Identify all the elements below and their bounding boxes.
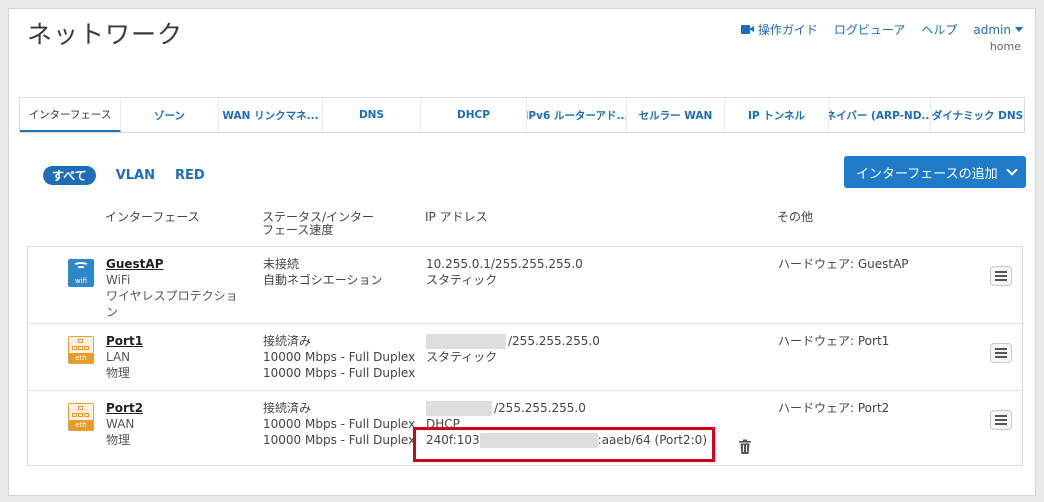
ip-value: /255.255.255.0 [426, 400, 707, 416]
row-menu-button[interactable] [990, 343, 1012, 363]
interface-name-link[interactable]: Port1 [106, 333, 143, 349]
tab-ipv6-router[interactable]: IPv6 ルーターアド... [527, 98, 627, 132]
interface-info: GuestAP WiFi ワイヤレスプロテクショ ン [106, 256, 238, 320]
highlight-box [413, 427, 715, 462]
table-row: eth Port1 LAN 物理 接続済み 10000 Mbps - Full … [28, 324, 1022, 391]
interface-subtype: 物理 [106, 366, 131, 380]
status-text: 未接続 [263, 257, 300, 271]
add-interface-button[interactable]: インターフェースの追加 [844, 156, 1026, 188]
help-link[interactable]: ヘルプ [921, 21, 957, 38]
ip-mode: スタティック [426, 350, 498, 364]
log-viewer-link[interactable]: ログビューア [834, 21, 906, 38]
filter-all[interactable]: すべて [43, 166, 96, 185]
content-panel: ネットワーク 操作ガイド ログビューア ヘルプ admin home インターフ… [8, 8, 1036, 496]
column-header-ip: IP アドレス [425, 210, 488, 224]
add-interface-label: インターフェースの追加 [856, 166, 998, 182]
interface-status: 未接続 自動ネゴシエーション [263, 256, 383, 288]
column-header-interface: インターフェース [105, 210, 200, 224]
interface-info: Port2 WAN 物理 [106, 400, 143, 448]
ip-address: /255.255.255.0 スタティック [426, 333, 600, 365]
masked-ip [426, 334, 506, 349]
tab-cellular-wan[interactable]: セルラー WAN [627, 98, 725, 132]
interface-info: Port1 LAN 物理 [106, 333, 143, 381]
tab-bar: インターフェース ゾーン WAN リンクマネ... DNS DHCP IPv6 … [19, 97, 1025, 133]
row-menu-button[interactable] [990, 410, 1012, 430]
column-header-other: その他 [777, 210, 814, 224]
status-text: 接続済み [263, 401, 312, 415]
interface-name-link[interactable]: GuestAP [106, 256, 238, 272]
row-menu-button[interactable] [990, 266, 1012, 286]
interface-type: LAN [106, 350, 131, 364]
speed-text: 10000 Mbps - Full Duplex [263, 417, 416, 431]
filter-bar: すべて VLAN RED [43, 166, 205, 185]
interface-type: WiFi [106, 273, 131, 287]
user-name: admin [973, 22, 1011, 37]
interface-name-link[interactable]: Port2 [106, 400, 143, 416]
table-row: wifi GuestAP WiFi ワイヤレスプロテクショ ン 未接続 自動ネゴ… [28, 247, 1022, 324]
tab-dns[interactable]: DNS [323, 98, 421, 132]
ethernet-icon: eth [68, 336, 94, 364]
speed-text: 10000 Mbps - Full Duplex [263, 350, 416, 364]
top-links: 操作ガイド ログビューア ヘルプ admin [740, 21, 1023, 38]
user-menu[interactable]: admin [973, 23, 1023, 37]
status-text: 接続済み [263, 334, 312, 348]
video-icon [740, 25, 754, 34]
chevron-down-icon [1006, 163, 1018, 176]
page-title: ネットワーク [27, 20, 184, 49]
tab-ip-tunnel[interactable]: IP トンネル [725, 98, 829, 132]
speed-text: 10000 Mbps - Full Duplex [263, 366, 416, 380]
tab-neighbors[interactable]: ネイバー (ARP-ND... [829, 98, 931, 132]
tab-zones[interactable]: ゾーン [121, 98, 219, 132]
tab-dynamic-dns[interactable]: ダイナミック DNS [931, 98, 1024, 132]
hardware-info: ハードウェア: Port1 [778, 334, 890, 348]
tab-wan-link[interactable]: WAN リンクマネ... [219, 98, 323, 132]
filter-vlan[interactable]: VLAN [116, 168, 155, 183]
speed-text: 自動ネゴシエーション [263, 273, 383, 287]
guide-link[interactable]: 操作ガイド [740, 21, 818, 38]
column-header-status: ステータス/インター フェース速度 [262, 211, 374, 237]
tab-interfaces[interactable]: インターフェース [20, 98, 121, 132]
ethernet-icon: eth [68, 403, 94, 431]
ip-address: 10.255.0.1/255.255.255.0 スタティック [426, 256, 583, 288]
interface-type: WAN [106, 417, 135, 431]
interface-subtype-cont: ン [106, 305, 119, 319]
speed-text: 10000 Mbps - Full Duplex [263, 433, 416, 447]
hardware-info: ハードウェア: GuestAP [778, 257, 909, 271]
column-header-status-line2: フェース速度 [262, 223, 334, 237]
guide-link-label: 操作ガイド [757, 23, 818, 37]
home-label: home [989, 40, 1021, 53]
filter-red[interactable]: RED [175, 168, 205, 183]
hardware-info: ハードウェア: Port2 [778, 401, 890, 415]
wifi-icon: wifi [68, 259, 94, 287]
masked-ip [426, 401, 492, 416]
trash-icon[interactable] [738, 439, 752, 455]
tab-dhcp[interactable]: DHCP [421, 98, 527, 132]
ip-value: 10.255.0.1/255.255.255.0 [426, 257, 583, 271]
chevron-down-icon [1015, 27, 1023, 32]
ip-value: /255.255.255.0 [426, 333, 600, 349]
interface-status: 接続済み 10000 Mbps - Full Duplex 10000 Mbps… [263, 333, 415, 381]
interface-subtype: 物理 [106, 433, 131, 447]
interface-status: 接続済み 10000 Mbps - Full Duplex 10000 Mbps… [263, 400, 415, 448]
interface-subtype: ワイヤレスプロテクショ [106, 289, 238, 303]
ip-mode: スタティック [426, 273, 498, 287]
